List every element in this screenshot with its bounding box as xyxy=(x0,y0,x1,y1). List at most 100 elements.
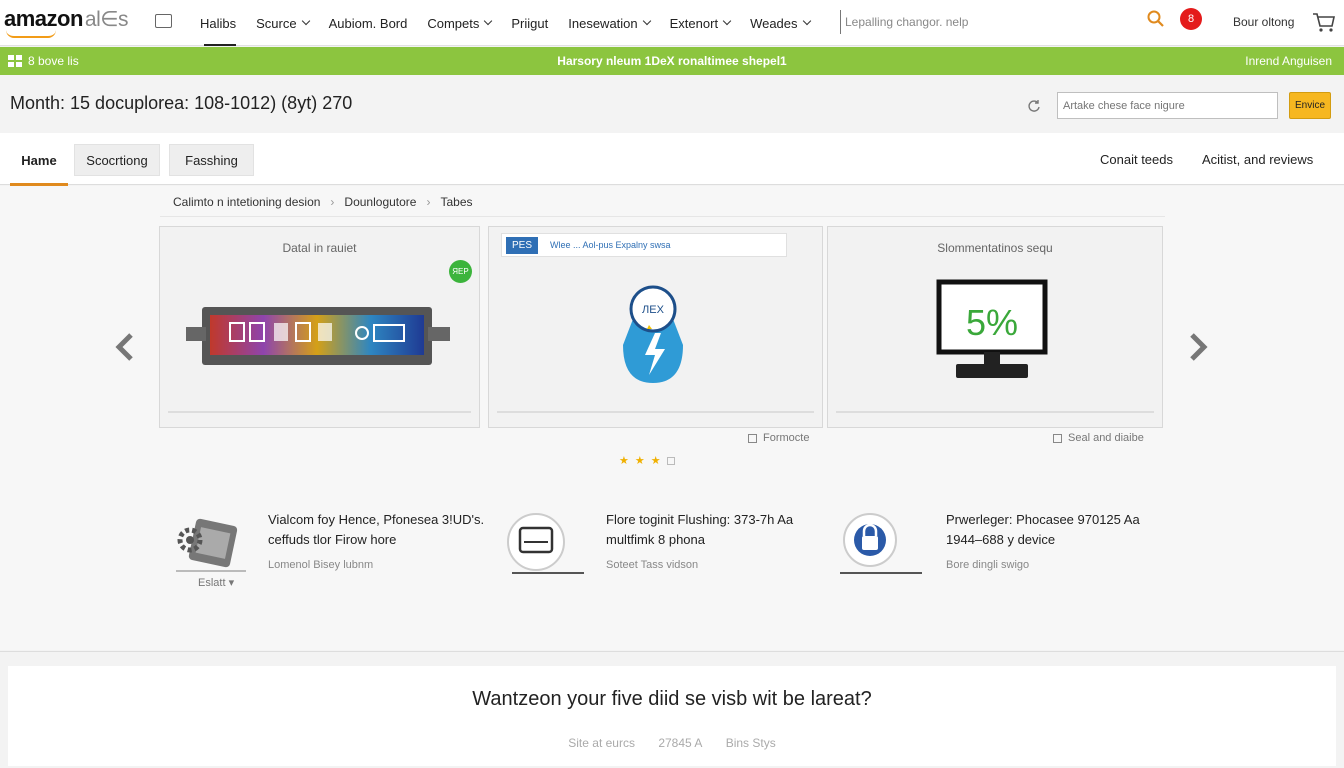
feature-search-input[interactable] xyxy=(1057,92,1278,119)
carousel-card[interactable]: Datal in rauiet ЯЕР xyxy=(159,226,480,428)
feature-item[interactable]: Prwerleger: Phocasee 970125 Aa 1944–688 … xyxy=(946,510,1176,571)
lightning-tag-icon: ЛЕХ xyxy=(623,285,683,383)
feature-title: Vialcom foy Hence, Pfonesea 3!UD's. ceff… xyxy=(268,512,485,547)
feedback-links: Site at eurcs 27845 A Bins Stys xyxy=(0,736,1344,750)
page-title: Month: 15 docuplorea: 108-1012) (8yt) 27… xyxy=(10,93,353,113)
chevron-right-icon: › xyxy=(330,195,335,209)
amazon-logo[interactable]: amazonal∈s xyxy=(4,6,129,32)
divider xyxy=(512,572,584,574)
card-footer-label: Seal and diaibe xyxy=(1068,432,1144,444)
window-icon[interactable] xyxy=(155,14,172,28)
feature-item[interactable]: Flore toginit Flushing: 373-7h Aa multfi… xyxy=(606,510,836,571)
tab-bar: Hame Scocrtiong Fasshing Conait teeds Ac… xyxy=(0,133,1344,186)
card-caption: Slommentatinos sequ xyxy=(937,241,1053,255)
divider xyxy=(497,411,814,413)
feedback-panel xyxy=(8,666,1336,766)
feedback-question: Wantzeon your five diid se visb wit be l… xyxy=(472,688,872,710)
card-header-tag: PES xyxy=(506,236,539,254)
nav-links: Halibs Scurce Aubiom. Bord Compets Priig… xyxy=(190,0,820,46)
divider xyxy=(160,216,1165,217)
feedback-link[interactable]: 27845 A xyxy=(658,736,702,750)
tab-fashion[interactable]: Fasshing xyxy=(169,144,254,176)
tab-right-link[interactable]: Conait teeds xyxy=(1100,152,1173,167)
feature-title: Prwerleger: Phocasee 970125 Aa 1944–688 … xyxy=(946,512,1140,547)
nav-link[interactable]: Inesewation xyxy=(558,0,659,46)
nav-link-label: Halibs xyxy=(200,15,237,31)
nav-link-label: Aubiom. Bord xyxy=(328,15,408,31)
dot-icon xyxy=(666,456,675,465)
feature-dropdown[interactable]: Eslatt ▾ xyxy=(198,576,234,589)
card-footer-link[interactable]: Formocte xyxy=(748,432,809,444)
nav-link-label: Inesewation xyxy=(568,15,638,31)
card-caption: Datal in rauiet xyxy=(282,241,357,255)
divider xyxy=(168,411,471,413)
feedback-section: Wantzeon your five diid se visb wit be l… xyxy=(0,651,1344,768)
feature-subtitle: Lomenol Bisey lubnm xyxy=(268,559,374,571)
tab-right-link[interactable]: Acitist, and reviews xyxy=(1202,152,1313,167)
badge-text: ЯЕР xyxy=(452,267,469,276)
divider xyxy=(840,572,922,574)
chevron-down-icon xyxy=(301,16,310,26)
search-text: Lepalling changor. nelp xyxy=(845,15,969,29)
logo-text: amazon xyxy=(4,6,83,31)
breadcrumb: Calimto n intetioning desion › Dounlogut… xyxy=(173,195,473,209)
nav-link[interactable]: Scurce xyxy=(246,0,318,46)
refresh-icon[interactable] xyxy=(1027,99,1041,113)
carousel-dots[interactable]: ★ ★ ★ xyxy=(619,454,675,467)
card-header-text: Wlee ... Aol-pus Expalny swsa xyxy=(550,240,671,250)
feedback-link[interactable]: Bins Stys xyxy=(726,736,776,750)
signin-link[interactable]: Bour oltong xyxy=(1233,15,1294,29)
checkbox-icon xyxy=(748,433,757,443)
top-search-input[interactable]: Lepalling changor. nelp xyxy=(840,10,1140,34)
nav-link[interactable]: Priigut xyxy=(501,0,558,46)
card-footer-link[interactable]: Seal and diaibe xyxy=(1053,432,1144,444)
feature-subtitle: Soteet Tass vidson xyxy=(606,559,699,571)
banner-right-link[interactable]: Inrend Anguisen xyxy=(1245,54,1332,68)
nav-link[interactable]: Compets xyxy=(417,0,501,46)
nav-link-label: Priigut xyxy=(511,15,549,31)
nav-link[interactable]: Aubiom. Bord xyxy=(319,0,418,46)
star-icon: ★ xyxy=(650,455,661,467)
feedback-link[interactable]: Site at eurcs xyxy=(568,736,635,750)
icon-text: ЛЕХ xyxy=(642,304,665,316)
main-content: Calimto n intetioning desion › Dounlogut… xyxy=(0,186,1344,650)
card-header-bar: PES Wlee ... Aol-pus Expalny swsa xyxy=(501,233,787,257)
page-header: Month: 15 docuplorea: 108-1012) (8yt) 27… xyxy=(0,75,1344,133)
feature-submit-button[interactable]: Envice xyxy=(1289,92,1331,119)
feature-dropdown-label: Eslatt xyxy=(198,577,226,589)
nav-link-label: Compets xyxy=(427,15,480,31)
notification-badge[interactable]: 8 xyxy=(1180,8,1202,30)
tab-home[interactable]: Hame xyxy=(10,144,68,186)
logo-smile-icon xyxy=(6,30,56,38)
chevron-down-icon xyxy=(484,16,493,26)
nav-link-label: Weades xyxy=(750,15,798,31)
lock-circle-icon xyxy=(843,513,897,567)
search-icon[interactable] xyxy=(1147,10,1165,28)
banner-center-text: Harsory nleum 1DeX ronaltimee shepel1 xyxy=(557,54,787,68)
carousel-next-icon[interactable] xyxy=(1186,332,1210,362)
carousel-card[interactable]: PES Wlee ... Aol-pus Expalny swsa ЛЕХ xyxy=(488,226,823,428)
gear-panel-icon xyxy=(177,518,238,568)
tab-scoring[interactable]: Scocrtiong xyxy=(74,144,160,176)
carousel-prev-icon[interactable] xyxy=(113,332,137,362)
feature-title: Flore toginit Flushing: 373-7h Aa multfi… xyxy=(606,512,794,547)
card-footer-label: Formocte xyxy=(763,432,810,444)
laptop-circle-icon xyxy=(507,513,565,571)
chevron-right-icon: › xyxy=(426,195,431,209)
product-device-image xyxy=(186,307,450,365)
feature-item[interactable]: Vialcom foy Hence, Pfonesea 3!UD's. ceff… xyxy=(268,510,498,571)
star-icon: ★ xyxy=(634,455,645,467)
cart-icon[interactable] xyxy=(1312,11,1336,33)
logo-suffix: al∈s xyxy=(84,8,129,31)
nav-link-label: Scurce xyxy=(256,15,297,31)
breadcrumb-item[interactable]: Tabes xyxy=(440,195,472,209)
carousel-card[interactable]: Slommentatinos sequ 5% xyxy=(827,226,1163,428)
breadcrumb-item[interactable]: Calimto n intetioning desion xyxy=(173,195,320,209)
nav-link[interactable]: Halibs xyxy=(190,0,246,46)
breadcrumb-item[interactable]: Dounlogutore xyxy=(344,195,416,209)
notification-count: 8 xyxy=(1187,13,1195,25)
nav-link[interactable]: Extenort xyxy=(660,0,740,46)
chevron-down-icon xyxy=(722,16,732,26)
chevron-down-icon xyxy=(642,16,651,26)
nav-link[interactable]: Weades xyxy=(740,0,819,46)
